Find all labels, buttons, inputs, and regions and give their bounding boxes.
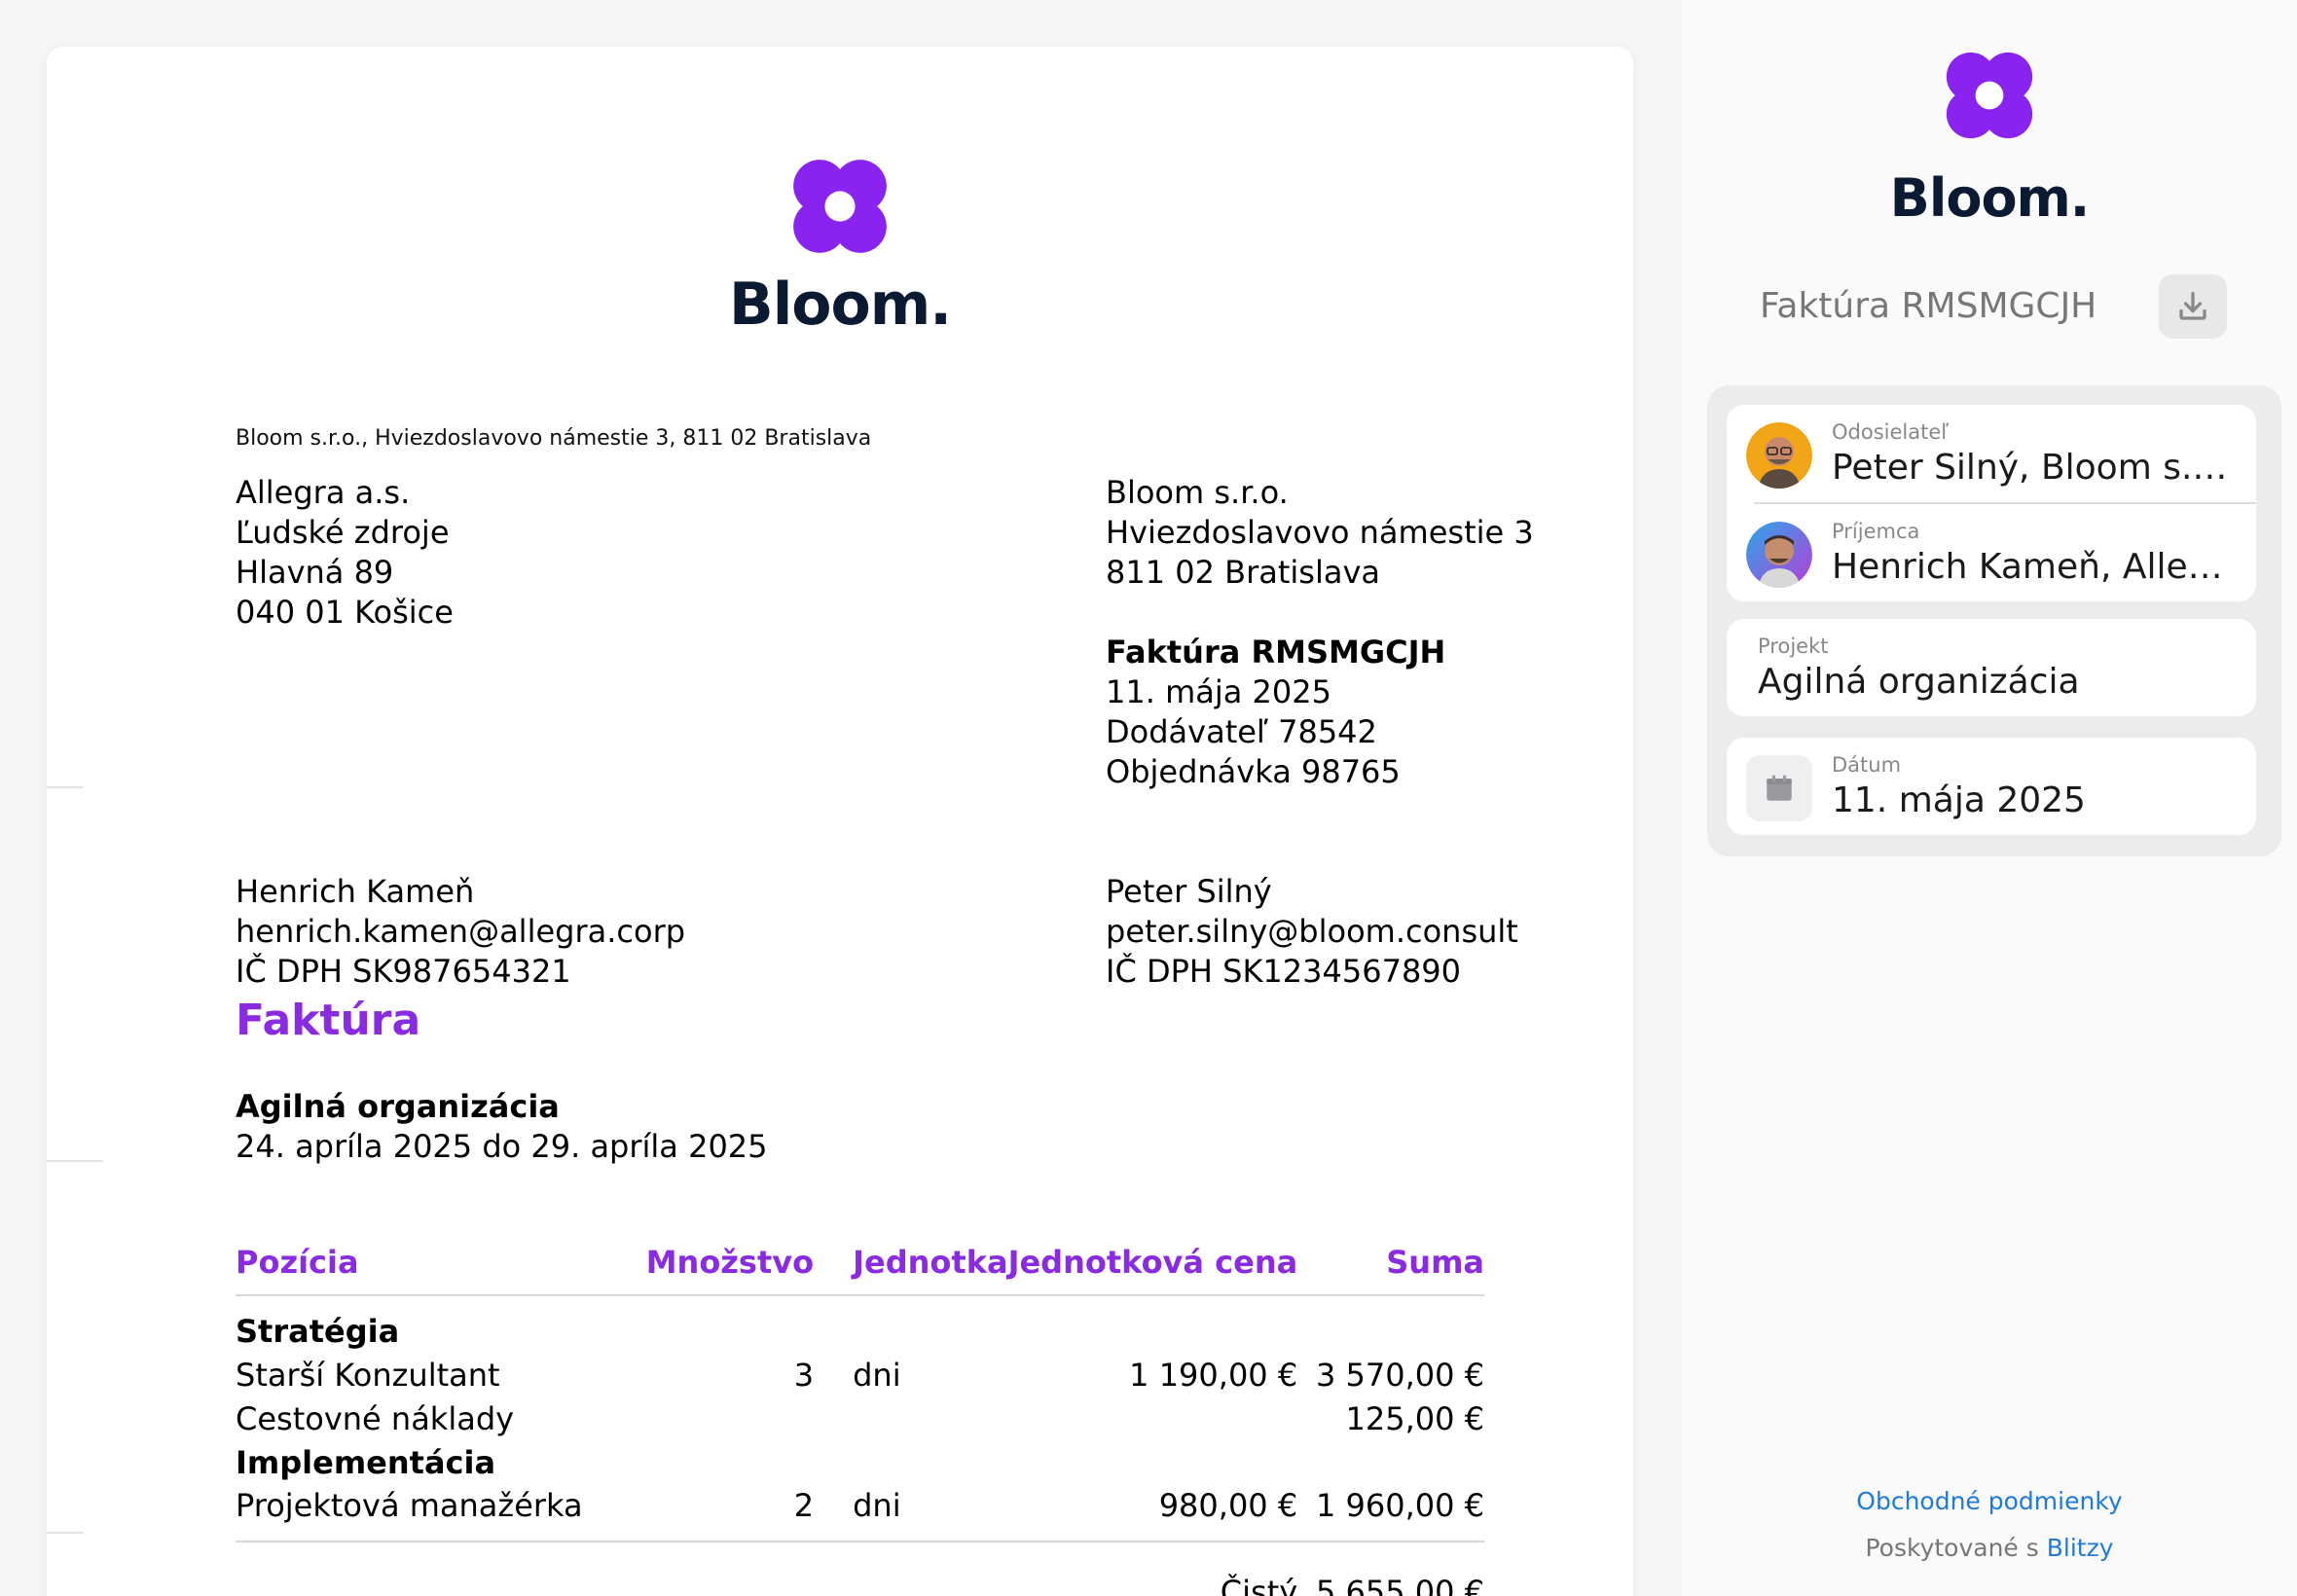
table-header-row: Pozícia Množstvo Jednotka Jednotková cen… bbox=[236, 1244, 1484, 1296]
calendar-icon bbox=[1746, 755, 1812, 821]
recipient-company: Allegra a.s. bbox=[236, 474, 411, 511]
powered-by: Poskytované s Blitzy bbox=[1682, 1534, 2297, 1562]
item-sum: 1 960,00 € bbox=[1297, 1484, 1484, 1542]
recipient-row[interactable]: Príjemca Henrich Kameň, Allegra a.s. bbox=[1727, 504, 2256, 601]
flower-logo-icon bbox=[1946, 52, 2033, 139]
invoice-logo: Bloom. bbox=[47, 156, 1633, 339]
col-header-quantity: Množstvo bbox=[645, 1244, 815, 1296]
parties-card: Odosielateľ Peter Silný, Bloom s.r.o. Pr… bbox=[1727, 405, 2256, 601]
table-row: Stratégia bbox=[236, 1295, 1484, 1353]
item-sum: 125,00 € bbox=[1345, 1399, 1485, 1437]
panel-invoice-title: Faktúra RMSMGCJH bbox=[1760, 286, 2097, 326]
group-label: Stratégia bbox=[236, 1313, 400, 1350]
item-price: 980,00 € bbox=[1007, 1484, 1298, 1542]
item-sum: 3 570,00 € bbox=[1315, 1356, 1484, 1394]
recipient-vat-id: IČ DPH SK987654321 bbox=[236, 953, 571, 990]
table-row: Implementácia bbox=[236, 1440, 1484, 1484]
details-panel: Bloom. Faktúra RMSMGCJH Odosielateľ Pete… bbox=[1682, 0, 2297, 1596]
recipient-address: Allegra a.s. Ľudské zdroje Hlavná 89 040… bbox=[236, 473, 454, 633]
project-card[interactable]: Projekt Agilná organizácia bbox=[1727, 619, 2256, 716]
col-header-unit: Jednotka bbox=[814, 1244, 1008, 1296]
recipient-label: Príjemca bbox=[1832, 520, 1920, 543]
order-ref: Objednávka 98765 bbox=[1106, 753, 1401, 790]
fold-mark bbox=[47, 786, 84, 788]
sender-return-address: Bloom s.r.o., Hviezdoslavovo námestie 3,… bbox=[236, 426, 872, 451]
brand-name: Bloom. bbox=[728, 271, 952, 339]
project-period: 24. apríla 2025 do 29. apríla 2025 bbox=[236, 1128, 768, 1165]
line-items-table: Pozícia Množstvo Jednotka Jednotková cen… bbox=[236, 1244, 1484, 1596]
recipient-contact: Henrich Kameň henrich.kamen@allegra.corp… bbox=[236, 872, 685, 992]
sender-city: 811 02 Bratislava bbox=[1106, 554, 1381, 591]
sender-label: Odosielateľ bbox=[1832, 420, 1950, 444]
table-row: Cestovné náklady 125,00 € bbox=[236, 1396, 1484, 1440]
fold-mark bbox=[47, 1532, 84, 1534]
invoice-title: Faktúra bbox=[236, 996, 421, 1045]
details-card-group: Odosielateľ Peter Silný, Bloom s.r.o. Pr… bbox=[1707, 385, 2281, 856]
item-unit bbox=[814, 1396, 1007, 1440]
sender-avatar bbox=[1746, 422, 1812, 489]
recipient-contact-name: Henrich Kameň bbox=[236, 873, 475, 910]
recipient-contact-email: henrich.kamen@allegra.corp bbox=[236, 913, 686, 950]
invoice-sheet: Bloom. Bloom s.r.o., Hviezdoslavovo náme… bbox=[47, 47, 1633, 1596]
provider-link[interactable]: Blitzy bbox=[2047, 1534, 2114, 1562]
recipient-value: Henrich Kameň, Allegra a.s. bbox=[1832, 547, 2235, 587]
brand-name: Bloom. bbox=[1889, 167, 2091, 229]
col-header-unit-price: Jednotková cena bbox=[1007, 1244, 1298, 1296]
item-price: 1 190,00 € bbox=[1129, 1356, 1298, 1394]
recipient-street: Hlavná 89 bbox=[236, 554, 394, 591]
sender-address: Bloom s.r.o. Hviezdoslavovo námestie 3 8… bbox=[1106, 473, 1534, 792]
sender-vat-id: IČ DPH SK1234567890 bbox=[1106, 953, 1462, 990]
table-row: Projektová manažérka 2 dni 980,00 € 1 96… bbox=[236, 1484, 1484, 1542]
item-qty: 2 bbox=[645, 1484, 815, 1542]
sender-contact: Peter Silný peter.silny@bloom.consult IČ… bbox=[1106, 872, 1518, 992]
fold-mark bbox=[47, 1160, 103, 1162]
item-unit: dni bbox=[814, 1484, 1008, 1542]
recipient-city: 040 01 Košice bbox=[236, 594, 454, 631]
download-button[interactable] bbox=[2159, 274, 2227, 339]
terms-link[interactable]: Obchodné podmienky bbox=[1682, 1487, 2297, 1515]
powered-by-text: Poskytované s bbox=[1865, 1534, 2039, 1562]
download-icon bbox=[2179, 291, 2206, 320]
recipient-avatar bbox=[1746, 522, 1812, 588]
item-unit: dni bbox=[853, 1356, 901, 1394]
invoice-date: 11. mája 2025 bbox=[1106, 673, 1331, 710]
item-name: Cestovné náklady bbox=[236, 1399, 515, 1437]
sender-value: Peter Silný, Bloom s.r.o. bbox=[1832, 448, 2235, 488]
item-name: Projektová manažérka bbox=[236, 1484, 646, 1542]
invoice-number: Faktúra RMSMGCJH bbox=[1106, 634, 1446, 671]
recipient-department: Ľudské zdroje bbox=[236, 514, 450, 551]
date-value: 11. mája 2025 bbox=[1832, 780, 2086, 820]
item-price bbox=[1008, 1396, 1298, 1440]
date-label: Dátum bbox=[1832, 753, 1902, 777]
item-qty bbox=[646, 1396, 814, 1440]
sender-contact-email: peter.silny@bloom.consult bbox=[1106, 913, 1518, 950]
project-value: Agilná organizácia bbox=[1758, 662, 2080, 702]
supplier-ref: Dodávateľ 78542 bbox=[1106, 713, 1377, 750]
date-row: Dátum 11. mája 2025 bbox=[1727, 738, 2256, 835]
col-header-sum: Suma bbox=[1297, 1244, 1484, 1296]
flower-logo-icon bbox=[793, 160, 887, 253]
date-card[interactable]: Dátum 11. mája 2025 bbox=[1727, 738, 2256, 835]
net-value: 5 655,00 € bbox=[1315, 1573, 1484, 1596]
sender-street: Hviezdoslavovo námestie 3 bbox=[1106, 514, 1534, 551]
total-row: Čistý 5 655,00 € bbox=[236, 1542, 1484, 1596]
table-row: Starší Konzultant 3 dni 1 190,00 € 3 570… bbox=[236, 1353, 1484, 1396]
item-qty: 3 bbox=[793, 1356, 815, 1394]
panel-logo: Bloom. bbox=[1682, 49, 2297, 229]
project-name: Agilná organizácia bbox=[236, 1088, 560, 1125]
project-label: Projekt bbox=[1758, 635, 1829, 658]
sender-company: Bloom s.r.o. bbox=[1106, 474, 1289, 511]
col-header-position: Pozícia bbox=[236, 1244, 646, 1296]
sender-contact-name: Peter Silný bbox=[1106, 873, 1272, 910]
group-label: Implementácia bbox=[236, 1443, 496, 1481]
item-name: Starší Konzultant bbox=[236, 1356, 500, 1394]
net-label: Čistý bbox=[1220, 1573, 1298, 1596]
sender-row[interactable]: Odosielateľ Peter Silný, Bloom s.r.o. bbox=[1727, 405, 2256, 502]
